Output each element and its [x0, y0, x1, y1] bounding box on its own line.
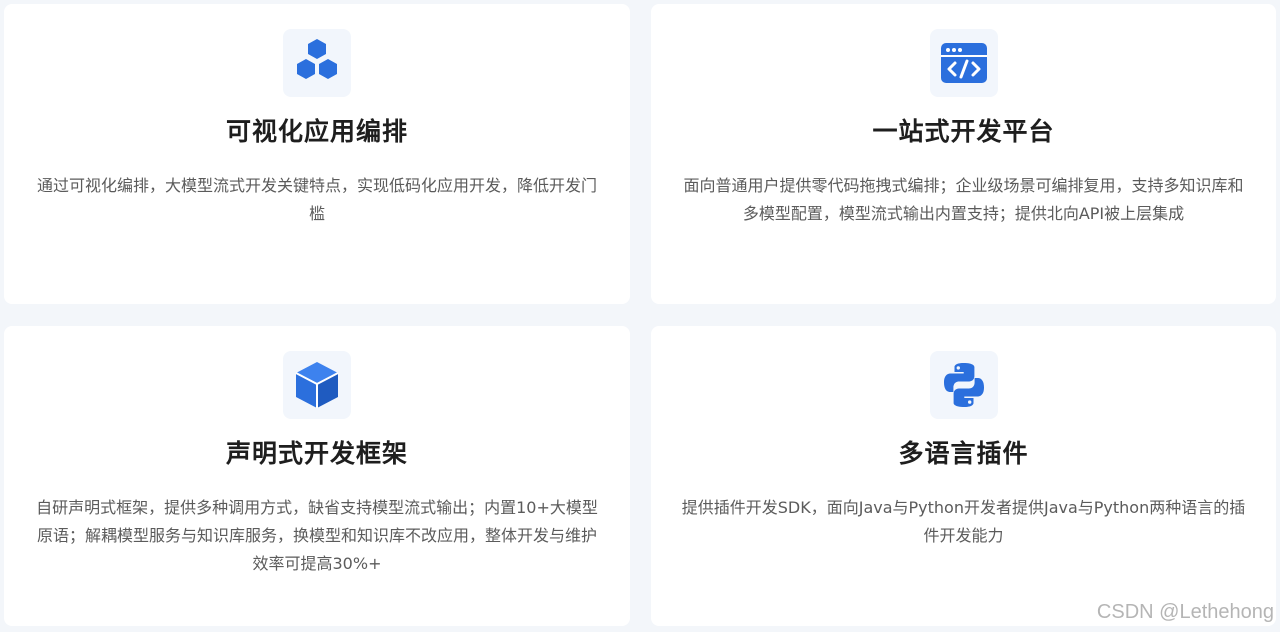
- python-logo-icon: [929, 351, 998, 419]
- card-title: 一站式开发平台: [872, 117, 1055, 146]
- feature-card-one-stop-platform: 一站式开发平台 面向普通用户提供零代码拖拽式编排；企业级场景可编排复用，支持多知…: [651, 4, 1276, 304]
- watermark: CSDN @Lethehong: [1096, 601, 1274, 623]
- feature-card-visual-orchestration: 可视化应用编排 通过可视化编排，大模型流式开发关键特点，实现低码化应用开发，降低…: [4, 4, 630, 304]
- cube-icon: [283, 351, 351, 419]
- hexagon-cluster-icon: [283, 29, 351, 97]
- card-description: 通过可视化编排，大模型流式开发关键特点，实现低码化应用开发，降低开发门槛: [36, 176, 597, 223]
- feature-card-multilanguage-plugins: 多语言插件 提供插件开发SDK，面向Java与Python开发者提供Java与P…: [651, 326, 1276, 626]
- card-title: 可视化应用编排: [225, 117, 408, 146]
- code-window-icon: [929, 29, 998, 97]
- card-description: 自研声明式框架，提供多种调用方式，缺省支持模型流式输出；内置10+大模型原语；解…: [36, 498, 598, 573]
- card-title: 多语言插件: [898, 439, 1029, 468]
- feature-card-declarative-framework: 声明式开发框架 自研声明式框架，提供多种调用方式，缺省支持模型流式输出；内置10…: [4, 326, 630, 626]
- card-title: 声明式开发框架: [225, 439, 408, 468]
- card-description: 面向普通用户提供零代码拖拽式编排；企业级场景可编排复用，支持多知识库和多模型配置…: [683, 176, 1244, 223]
- card-description: 提供插件开发SDK，面向Java与Python开发者提供Java与Python两…: [681, 498, 1246, 545]
